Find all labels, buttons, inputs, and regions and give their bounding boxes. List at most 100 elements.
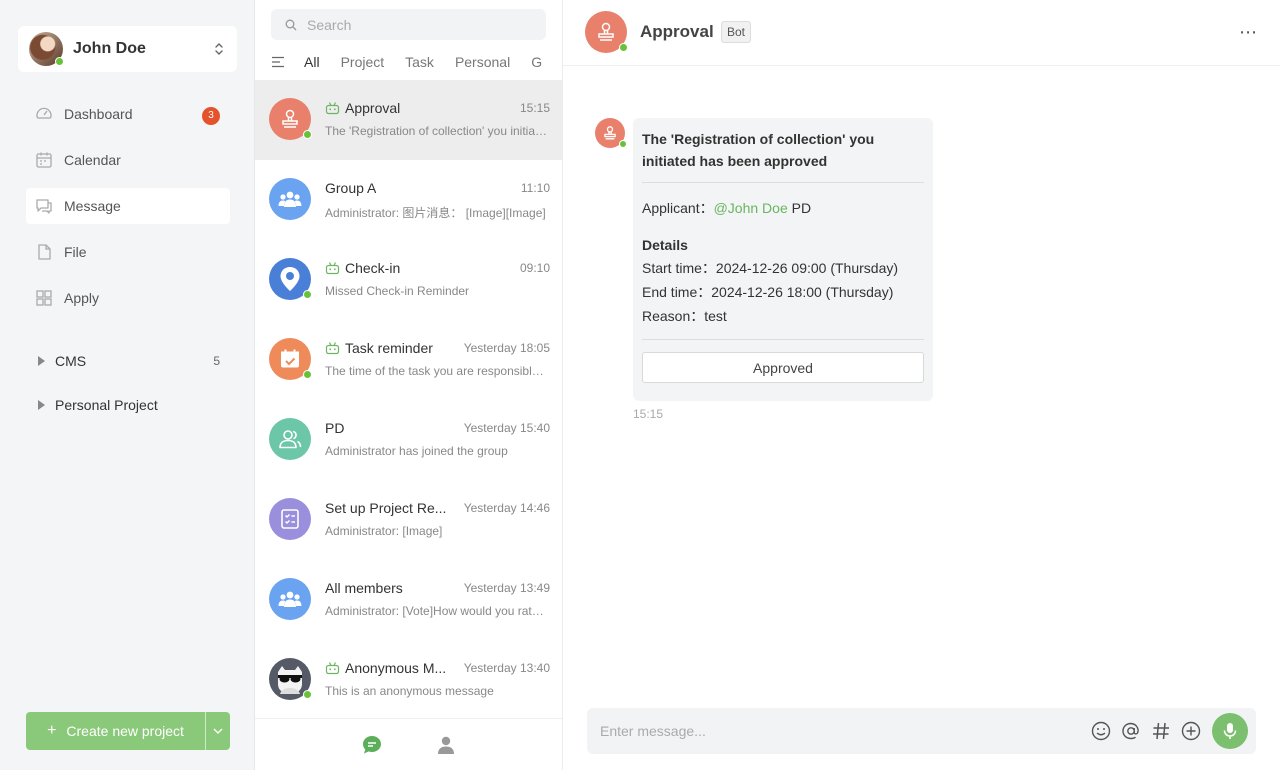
conversation-item[interactable]: PD Yesterday 15:40 Administrator has joine…: [255, 400, 562, 480]
menu-icon[interactable]: [271, 56, 285, 68]
user-mention-link[interactable]: @John Doe: [714, 200, 788, 216]
group-icon: [278, 190, 302, 208]
conversation-item[interactable]: Set up Project Re... Yesterday 14:46 Admin…: [255, 480, 562, 560]
dashboard-icon: [35, 105, 53, 123]
robot-icon: [325, 661, 340, 675]
conversation-avatar: [269, 258, 312, 300]
robot-icon: [325, 261, 340, 275]
chat-header: Approval Bot ⋯: [563, 0, 1280, 66]
chat-title: Approval: [640, 22, 714, 41]
sidebar: John Doe Dashboard 3 Calendar Message Fi…: [0, 0, 255, 770]
tab-group[interactable]: G: [531, 54, 542, 70]
online-status-dot: [303, 690, 312, 699]
stamp-icon: [279, 108, 301, 130]
more-options-icon[interactable]: ⋯: [1239, 22, 1258, 43]
sidebar-item-label: Calendar: [64, 152, 121, 168]
conversation-preview: Administrator: [Image]: [325, 524, 443, 538]
conversation-avatar: [269, 178, 311, 220]
conversation-time: 11:10: [520, 181, 550, 195]
add-attachment-icon[interactable]: [1180, 720, 1202, 742]
conversation-title: PD: [325, 420, 344, 436]
message-composer: Enter message...: [587, 708, 1256, 754]
conversation-title: All members: [325, 580, 403, 596]
approved-button[interactable]: Approved: [642, 352, 924, 383]
create-project-dropdown[interactable]: [206, 712, 230, 750]
conversation-avatar: [269, 98, 312, 140]
conversation-preview: Administrator: [Vote]How would you rate …: [325, 604, 550, 618]
chat-avatar[interactable]: [585, 11, 628, 53]
contacts-person-icon[interactable]: [434, 733, 458, 757]
tab-task[interactable]: Task: [405, 54, 434, 70]
conversation-preview: The time of the task you are responsible…: [325, 364, 550, 378]
folder-personal-project[interactable]: Personal Project: [26, 386, 230, 424]
tab-personal[interactable]: Personal: [455, 54, 510, 70]
conversation-avatar: [269, 578, 311, 620]
conversation-time: Yesterday 13:49: [463, 581, 550, 595]
conversation-title-text: All members: [325, 580, 403, 596]
conversation-title-text: Anonymous M...: [345, 660, 447, 676]
sidebar-item-dashboard[interactable]: Dashboard 3: [26, 96, 230, 132]
online-status-dot: [303, 370, 312, 379]
message-timestamp: 15:15: [633, 407, 664, 421]
mention-at-icon[interactable]: [1120, 720, 1142, 742]
conversation-item[interactable]: Approval 15:15 The 'Registration of collec…: [255, 80, 562, 160]
conversation-title-text: Approval: [345, 100, 401, 116]
online-status-dot: [619, 43, 628, 52]
sidebar-item-label: Apply: [64, 290, 100, 306]
sidebar-item-calendar[interactable]: Calendar: [26, 142, 230, 178]
user-switcher[interactable]: John Doe: [18, 26, 237, 72]
message-avatar[interactable]: [595, 118, 627, 148]
search-input[interactable]: Search: [271, 9, 546, 40]
conversation-title: Approval: [325, 100, 400, 116]
message-input[interactable]: Enter message...: [600, 723, 1090, 739]
emoji-icon[interactable]: [1090, 720, 1112, 742]
message-icon: [35, 197, 53, 215]
tab-project[interactable]: Project: [341, 54, 385, 70]
conversation-preview: The 'Registration of collection' you ini…: [325, 124, 550, 138]
hashtag-icon[interactable]: [1150, 720, 1172, 742]
location-pin-icon: [279, 266, 301, 292]
start-time-row: Start time：2024-12-26 09:00 (Thursday): [642, 260, 899, 276]
details-heading: Details: [642, 237, 688, 253]
create-project-label: Create new project: [66, 723, 184, 739]
conversation-item[interactable]: Anonymous M... Yesterday 13:40 This is an …: [255, 640, 562, 720]
conversation-time: 15:15: [519, 101, 550, 115]
expand-triangle-icon[interactable]: [38, 400, 45, 410]
calendar-icon: [35, 151, 53, 169]
conversation-preview: Administrator has joined the group: [325, 444, 508, 458]
create-project-button[interactable]: + Create new project: [26, 712, 206, 750]
conversation-title: Task reminder: [325, 340, 433, 356]
project-folders: CMS 5 Personal Project: [26, 342, 230, 430]
applicant-label: Applicant：: [642, 200, 714, 216]
bottom-tab-bar: [255, 718, 562, 770]
tab-all[interactable]: All: [304, 54, 320, 70]
conversation-item[interactable]: All members Yesterday 13:49 Administrator:…: [255, 560, 562, 640]
filter-tabs: All Project Task Personal G: [271, 52, 563, 72]
conversation-time: Yesterday 13:40: [463, 661, 550, 675]
sidebar-item-message[interactable]: Message: [26, 188, 230, 224]
notification-badge: 3: [202, 107, 220, 125]
reason-row: Reason：test: [642, 308, 727, 324]
folder-cms[interactable]: CMS 5: [26, 342, 230, 380]
expand-triangle-icon[interactable]: [38, 356, 45, 366]
chat-bubble-icon[interactable]: [360, 733, 384, 757]
conversation-avatar: [269, 498, 311, 540]
conversation-panel: Search All Project Task Personal G Appro…: [255, 0, 563, 770]
conversation-item[interactable]: Task reminder Yesterday 18:05 The time of …: [255, 320, 562, 400]
conversation-avatar: [269, 658, 312, 700]
folder-label: CMS: [55, 353, 87, 369]
robot-icon: [325, 101, 340, 115]
conversation-item[interactable]: Group A 11:10 Administrator: 图片消息： [Image]…: [255, 160, 562, 240]
user-name: John Doe: [73, 40, 146, 57]
avatar: [29, 32, 64, 66]
sidebar-nav: Dashboard 3 Calendar Message File Apply: [26, 96, 230, 326]
conversation-title-text: PD: [325, 420, 345, 436]
sidebar-item-apply[interactable]: Apply: [26, 280, 230, 316]
conversation-title-text: Check-in: [345, 260, 401, 276]
conversation-time: Yesterday 18:05: [463, 341, 550, 355]
group-outline-icon: [278, 429, 302, 449]
sidebar-item-file[interactable]: File: [26, 234, 230, 270]
voice-mic-button[interactable]: [1212, 713, 1248, 749]
search-icon: [285, 19, 297, 31]
conversation-item[interactable]: Check-in 09:10 Missed Check-in Reminder: [255, 240, 562, 320]
